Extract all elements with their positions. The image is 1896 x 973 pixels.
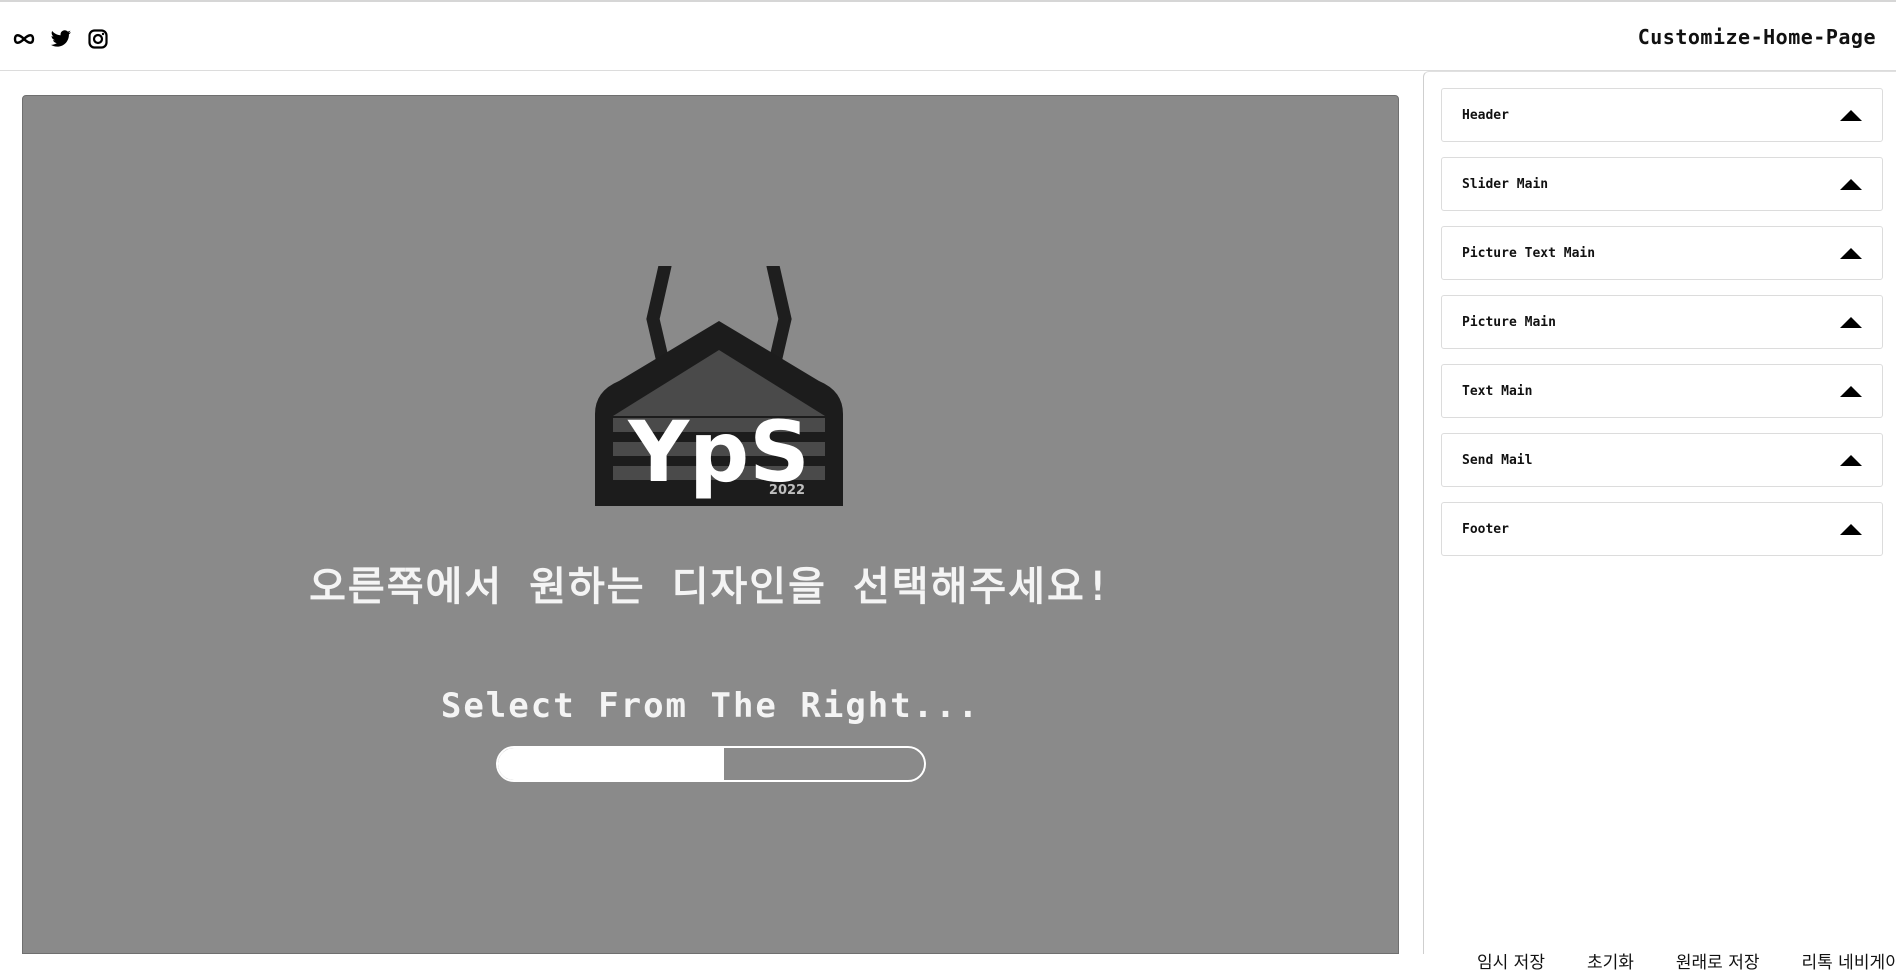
sidebar-item-text-main[interactable]: Text Main	[1441, 364, 1883, 418]
loading-progress-bar	[496, 746, 926, 782]
sidebar-item-picture-main[interactable]: Picture Main	[1441, 295, 1883, 349]
caret-up-icon[interactable]	[1840, 455, 1862, 466]
restore-save-button[interactable]: 원래로 저장	[1676, 948, 1760, 973]
progress-fill	[498, 748, 724, 780]
caret-up-icon[interactable]	[1840, 386, 1862, 397]
reset-button[interactable]: 초기화	[1587, 948, 1634, 973]
sidebar-item-slider-main[interactable]: Slider Main	[1441, 157, 1883, 211]
caret-up-icon[interactable]	[1840, 248, 1862, 259]
twitter-icon[interactable]	[49, 27, 73, 51]
navigation-button[interactable]: 리톡 네비게이	[1802, 948, 1896, 973]
sidebar-item-label: Footer	[1462, 522, 1509, 537]
temp-save-button[interactable]: 임시 저장	[1477, 948, 1545, 973]
sidebar-item-picture-text-main[interactable]: Picture Text Main	[1441, 226, 1883, 280]
preview-canvas: YpS 2022 오른쪽에서 원하는 디자인을 선택해주세요! Select F…	[22, 95, 1399, 954]
select-message-korean: 오른쪽에서 원하는 디자인을 선택해주세요!	[23, 554, 1398, 612]
page-title: Customize-Home-Page	[1638, 25, 1876, 49]
yps-logo: YpS 2022	[569, 266, 869, 536]
sidebar-item-footer[interactable]: Footer	[1441, 502, 1883, 556]
caret-up-icon[interactable]	[1840, 524, 1862, 535]
sidebar-item-label: Text Main	[1462, 384, 1532, 399]
caret-up-icon[interactable]	[1840, 110, 1862, 121]
social-links	[12, 27, 110, 51]
logo-year: 2022	[769, 483, 805, 498]
customize-sidebar: Header Slider Main Picture Text Main Pictur…	[1423, 71, 1896, 954]
meta-icon[interactable]	[12, 27, 36, 51]
select-message-english: Select From The Right...	[23, 686, 1398, 726]
caret-up-icon[interactable]	[1840, 179, 1862, 190]
sidebar-item-label: Picture Main	[1462, 315, 1556, 330]
sidebar-item-label: Header	[1462, 108, 1509, 123]
sidebar-item-header[interactable]: Header	[1441, 88, 1883, 142]
sidebar-item-send-mail[interactable]: Send Mail	[1441, 433, 1883, 487]
instagram-icon[interactable]	[86, 27, 110, 51]
sidebar-item-label: Slider Main	[1462, 177, 1548, 192]
top-bar: Customize-Home-Page	[0, 0, 1896, 71]
caret-up-icon[interactable]	[1840, 317, 1862, 328]
sidebar-item-label: Send Mail	[1462, 453, 1532, 468]
sidebar-item-label: Picture Text Main	[1462, 246, 1595, 261]
sidebar-actions: 임시 저장 초기화 원래로 저장 리톡 네비게이	[1477, 948, 1896, 973]
